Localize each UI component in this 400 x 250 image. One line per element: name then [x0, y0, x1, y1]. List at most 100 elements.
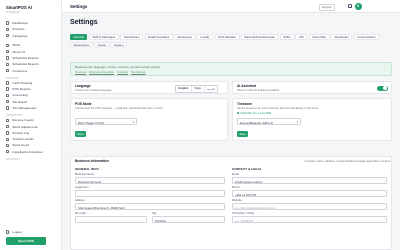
logout-label: Logout — [12, 230, 22, 234]
notice-link-business[interactable]: Business information — [89, 71, 114, 74]
website-input[interactable]: e.g. https://www.restoran-spiti.tw — [232, 203, 387, 210]
pos-mode-card: POS Mode Choose how the POS operates — r… — [70, 98, 228, 141]
zip-code-label: Zip Code — [75, 212, 86, 215]
quick-pos-button[interactable]: Quick POS — [6, 237, 46, 245]
tab-general[interactable]: General — [70, 34, 88, 40]
brand-subtitle: BUSINESS — [6, 11, 20, 14]
avatar[interactable]: S — [355, 3, 362, 10]
tab-system[interactable]: System — [110, 41, 128, 48]
language-subtitle: Choose the interface language — [75, 89, 112, 92]
timezone-status-text: 12:00 AM • Fri, 1 Aug 2025 — [240, 112, 272, 116]
language-option-shqip[interactable]: Shqip — [191, 85, 205, 92]
chevron-down-icon: ▾ — [296, 120, 298, 125]
chevron-down-icon: ▾ — [132, 120, 134, 125]
sidebar-item-label: Tax Report — [12, 99, 28, 104]
sidebar-item-label: Accounting — [12, 93, 28, 98]
tab-loyalty[interactable]: Loyalty — [197, 34, 214, 40]
city-input[interactable]: Prishtina — [152, 216, 225, 223]
adjust-icon — [6, 124, 10, 129]
pos-mode-save-button[interactable]: Save — [75, 131, 86, 137]
logout-link[interactable]: Logout — [0, 229, 62, 235]
count-icon — [6, 143, 10, 148]
sidebar-item-label: Transfer Goods — [12, 137, 34, 142]
topbar-title: Settings — [70, 3, 88, 9]
timezone-select[interactable]: Europe/Belgrade (GMT+2) ▾ — [237, 118, 301, 125]
tab-notifications[interactable]: Notifications — [120, 34, 144, 40]
business-name-label: Business Name — [75, 173, 94, 176]
transfer-icon — [6, 137, 10, 141]
tab-fiscal[interactable]: Fiscal — [94, 41, 109, 48]
bell-icon[interactable] — [348, 4, 352, 8]
zip-code-input[interactable] — [75, 216, 147, 223]
phone-input[interactable]: +381 21 543 678 — [232, 190, 387, 197]
sidebar-item-label: Tax Management — [12, 106, 37, 110]
ai-toggle[interactable] — [377, 85, 388, 91]
report-icon — [6, 87, 10, 91]
sidebar-item-label: Scheduled Reports — [12, 55, 39, 60]
tab-pos-modules[interactable]: POS Modules — [214, 34, 240, 40]
timezone-status: 12:00 AM • Fri, 1 Aug 2025 — [237, 112, 271, 115]
tab-customization[interactable]: Customization — [353, 34, 380, 40]
recipe-icon — [6, 150, 10, 154]
sidebar-section-account: ACCOUNT — [6, 158, 21, 162]
users-icon — [6, 68, 10, 73]
business-title: Business Information — [75, 159, 109, 163]
cash-icon — [6, 81, 10, 85]
sidebar-item-label: Shifts — [12, 43, 21, 48]
brand: SmartPOS AI BUSINESS — [0, 0, 61, 16]
truck-icon — [6, 118, 10, 122]
timezone-save-button[interactable]: Save — [237, 131, 248, 137]
sidebar-item-label: Stock Adjustments — [12, 124, 38, 129]
settings-tabs: General SMS & Messages Notifications Ema… — [70, 34, 392, 48]
tab-email-templates[interactable]: Email Templates — [144, 34, 173, 40]
pos-mode-subtitle: Choose how the POS operates — retail gri… — [75, 107, 164, 110]
ledger-icon — [6, 93, 10, 98]
info-icon — [6, 49, 10, 54]
id-number-label: ID Number / UNIQ — [232, 212, 254, 215]
id-number-input[interactable]: e.g. 12345678 — [232, 216, 387, 223]
contact-legal-heading: CONTACT & LEGAL — [232, 167, 262, 171]
notice-links: Overview Business information Currency T… — [75, 71, 387, 74]
business-name-input[interactable]: Restoran Momenti — [75, 177, 225, 184]
tab-barcode[interactable]: Barcode/Price/Receipts — [241, 34, 279, 40]
legal-form-input[interactable] — [75, 190, 225, 197]
language-card: Language Choose the interface language E… — [70, 81, 228, 94]
tab-api[interactable]: API — [295, 34, 308, 40]
language-switcher[interactable]: English — [319, 3, 335, 11]
info-notice: Business info, language, invoice, curren… — [70, 62, 392, 76]
pos-mode-select[interactable]: Both (Toggle in POS) ▾ — [75, 118, 137, 125]
sidebar-nav: Dashboard Products Categories Shifts Abo… — [0, 16, 61, 161]
address-input[interactable]: Sheh Hasan Brenhime S, 23000 Spiti — [75, 203, 225, 210]
sidebar-item-label: Receive Goods — [12, 118, 34, 123]
folder-icon — [6, 34, 10, 38]
ai-assistant-card: AI Assistant Show or hide the floating A… — [232, 81, 392, 94]
tab-client-plan[interactable]: Client Plan — [308, 34, 330, 40]
language-option-arabic[interactable]: العربية — [204, 85, 217, 92]
sidebar-item-label: Products — [12, 27, 25, 32]
tab-employees[interactable]: Employees — [174, 34, 196, 40]
language-option-english[interactable]: English — [176, 85, 192, 92]
timezone-title: Timezone — [237, 102, 253, 106]
timezone-value: Europe/Belgrade (GMT+2) — [240, 120, 274, 125]
clock-icon — [6, 43, 10, 48]
address-label: Address — [75, 199, 85, 202]
tax-icon — [6, 100, 10, 104]
email-input[interactable]: info@restoran-spiti.tw — [232, 177, 387, 184]
sidebar-item-label: Categories — [12, 33, 28, 38]
tab-shifts[interactable]: Shifts — [279, 34, 294, 40]
sidebar-item-label: POS Reports — [12, 87, 31, 92]
timezone-card: Timezone Set the timezone for your busin… — [232, 98, 392, 141]
topbar: Settings English S — [62, 0, 400, 13]
page-title: Settings — [70, 19, 98, 26]
language-segment: English Shqip العربية — [175, 84, 218, 93]
notice-link-currency[interactable]: Currency — [117, 71, 128, 74]
notice-link-tax[interactable]: Tax Settings — [131, 71, 146, 74]
calendar-icon — [6, 56, 10, 60]
timezone-subtitle: Set the timezone for your business. All … — [237, 107, 319, 110]
dashboard-icon — [6, 21, 10, 25]
notice-link-overview[interactable]: Overview — [75, 71, 86, 74]
logout-icon — [6, 230, 10, 234]
tab-subscription[interactable]: Subscription — [70, 41, 93, 48]
tab-sms[interactable]: SMS & Messages — [88, 34, 119, 40]
tab-restaurant[interactable]: Restaurant — [331, 34, 353, 40]
